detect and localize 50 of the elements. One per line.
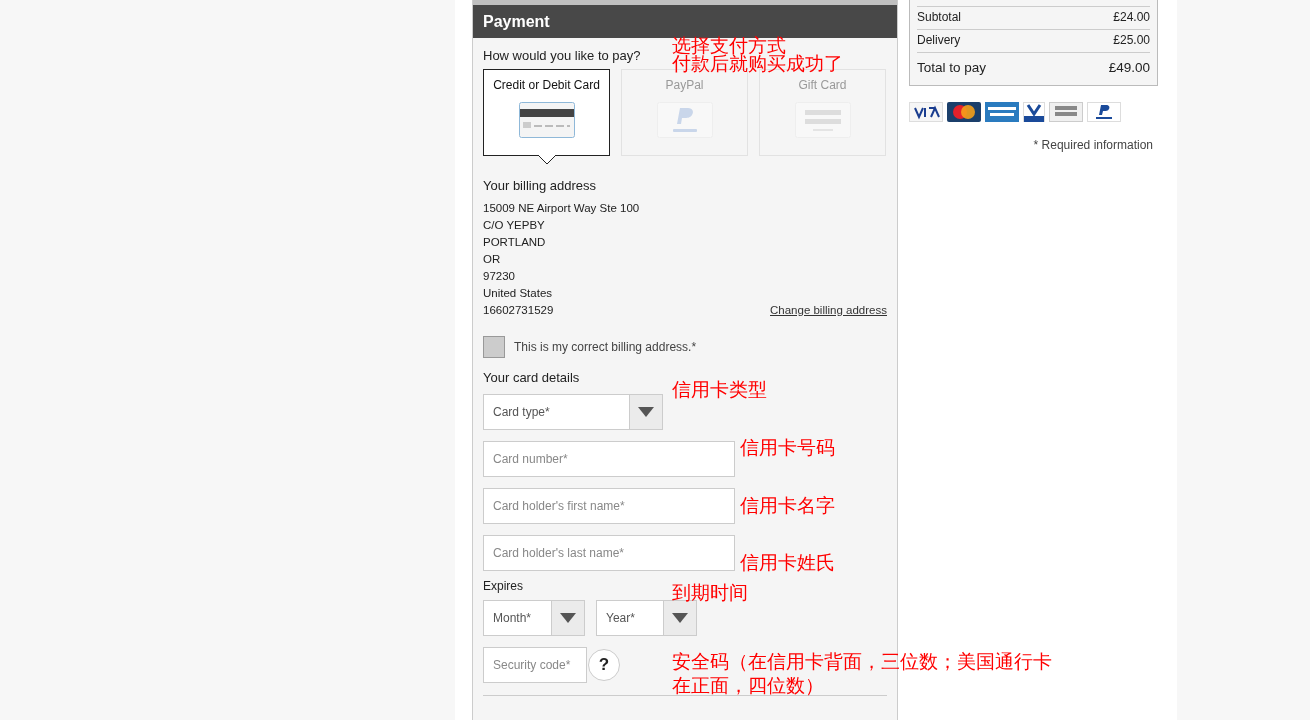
annotation-text: 付款后就购买成功了 xyxy=(672,54,843,72)
card-logo-icon xyxy=(1023,102,1045,122)
caret-icon xyxy=(560,613,576,623)
card-number-field[interactable]: Card number* xyxy=(483,441,735,477)
address-line: OR xyxy=(483,252,501,267)
first-name-field[interactable]: Card holder's first name* xyxy=(483,488,735,524)
card-details-heading: Your card details xyxy=(483,370,580,385)
billing-heading: Your billing address xyxy=(483,178,596,193)
total-value: £49.00 xyxy=(1108,60,1150,75)
summary-value: £25.00 xyxy=(1113,33,1150,47)
address-line: PORTLAND xyxy=(483,235,546,250)
checkbox-label: This is my correct billing address.* xyxy=(514,340,697,354)
annotation-text: 安全码（在信用卡背面，三位数；美国通行卡 xyxy=(672,652,1052,670)
expires-label: Expires xyxy=(483,579,523,593)
card-logo-icon xyxy=(1049,102,1083,122)
required-note: * Required information xyxy=(1033,138,1153,152)
address-line: C/O YEPBY xyxy=(483,218,545,233)
gift-card-icon xyxy=(794,102,851,138)
summary-label: Subtotal xyxy=(917,10,962,24)
annotation-text: 信用卡类型 xyxy=(672,380,767,398)
card-logo-icon xyxy=(947,102,981,122)
checkbox[interactable] xyxy=(483,336,505,358)
security-code-field[interactable]: Security code* xyxy=(483,647,587,683)
question-label: How would you like to pay? xyxy=(483,48,641,63)
summary-label: Delivery xyxy=(917,33,961,47)
change-billing-link[interactable]: Change billing address xyxy=(770,302,887,319)
card-type-dropdown[interactable]: Card type* xyxy=(483,394,663,430)
card-logo-icon xyxy=(1087,102,1121,122)
total-label: Total to pay xyxy=(917,60,987,75)
address-line: United States xyxy=(483,286,553,301)
annotation-text: 选择支付方式 xyxy=(672,36,786,54)
card-logo-icon xyxy=(909,102,943,122)
address-line: 15009 NE Airport Way Ste 100 xyxy=(483,201,640,216)
last-name-field[interactable]: Card holder's last name* xyxy=(483,535,735,571)
caret-icon xyxy=(672,613,688,623)
help-button[interactable]: ? xyxy=(588,649,620,681)
summary-value: £24.00 xyxy=(1113,10,1150,24)
address-line: 16602731529 xyxy=(483,303,554,318)
annotation-text: 信用卡姓氏 xyxy=(740,553,835,571)
credit-card-icon xyxy=(518,102,575,138)
annotation-text: 到期时间 xyxy=(672,583,748,601)
annotation-text: 在正面，四位数） xyxy=(672,676,824,694)
month-dropdown[interactable]: Month* xyxy=(483,600,585,636)
tab-pointer xyxy=(538,155,556,164)
card-logo-icon xyxy=(985,102,1019,122)
caret-icon xyxy=(638,407,654,417)
paypal-icon xyxy=(656,102,713,138)
address-line: 97230 xyxy=(483,269,515,284)
annotation-text: 信用卡名字 xyxy=(740,496,835,514)
annotation-text: 信用卡号码 xyxy=(740,438,835,456)
